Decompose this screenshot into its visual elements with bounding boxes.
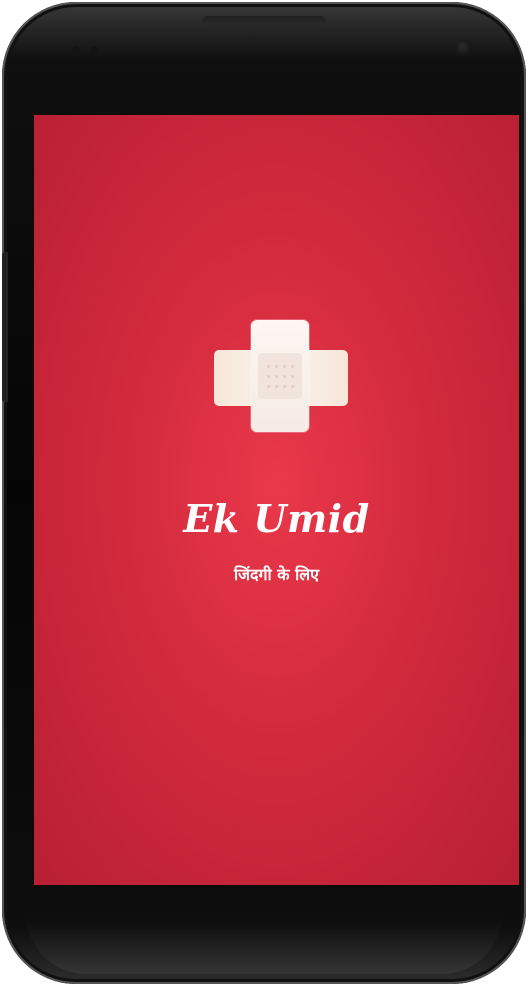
bandage-pad	[258, 353, 302, 399]
app-tagline: जिंदगी के लिए	[234, 565, 319, 584]
bottom-bezel	[26, 914, 502, 974]
volume-button	[2, 252, 8, 402]
earpiece-speaker	[202, 16, 326, 26]
splash-screen: Ek Umid जिंदगी के लिए	[34, 115, 519, 885]
light-sensor	[90, 46, 98, 54]
proximity-sensor	[72, 46, 80, 54]
app-name: Ek Umid	[183, 496, 370, 541]
bandage-cross-icon	[214, 320, 348, 432]
phone-frame: Ek Umid जिंदगी के लिए	[2, 2, 526, 984]
front-camera	[456, 40, 472, 56]
